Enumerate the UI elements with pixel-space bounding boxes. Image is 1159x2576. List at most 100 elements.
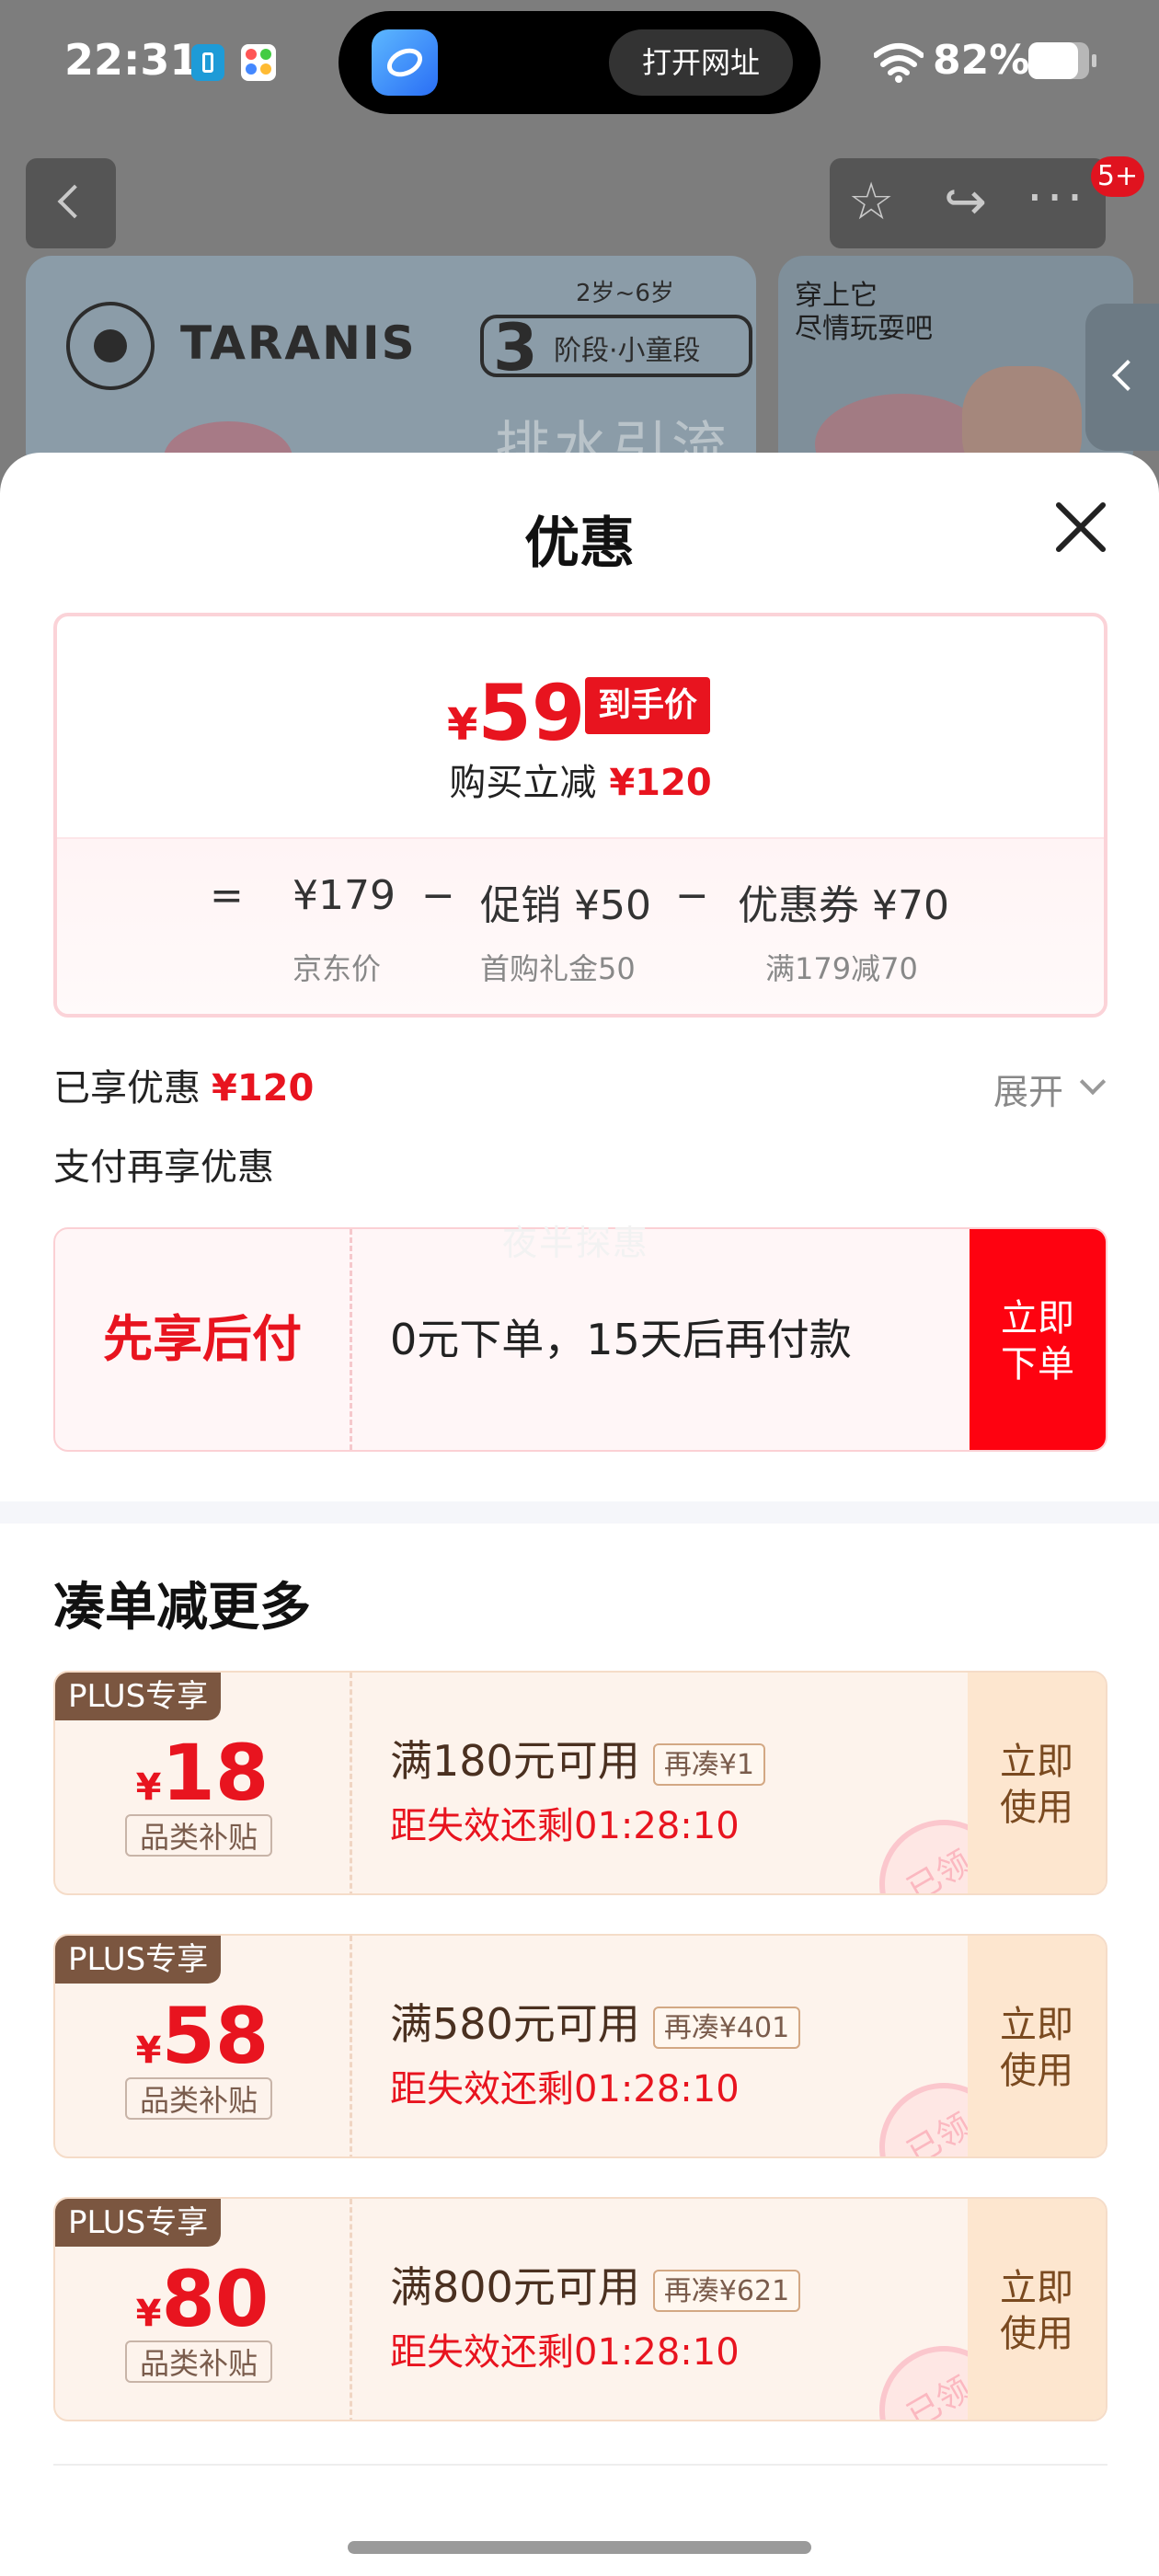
section-divider [0, 1501, 1159, 1524]
coupon-card: PLUS专享 ¥58 品类补贴 满580元可用 再凑¥401 距失效还剩01:28… [53, 1934, 1107, 2158]
coupon-category: 品类补贴 [125, 2077, 272, 2120]
use-now-label: 立即使用 [1000, 2267, 1073, 2355]
expiry-timer: 距失效还剩01:28:10 [390, 2068, 740, 2110]
brand-logo-icon [66, 302, 155, 390]
section-divider [53, 2464, 1107, 2466]
coupon-amount: ¥80 [55, 2254, 350, 2344]
watermark: 夜半探惠 [502, 1223, 650, 1263]
jd-price: ¥179 [293, 872, 396, 919]
formula-equals: = [210, 872, 244, 919]
condition-text: 满800元可用 [390, 2262, 640, 2312]
promo-label: 首购礼金50 [480, 951, 636, 986]
chevron-down-icon[interactable] [1079, 1068, 1107, 1096]
app-grid-icon [241, 44, 276, 81]
coupon-label: 满179减70 [765, 951, 918, 986]
enjoyed-label: 已享优惠 [53, 1067, 201, 1110]
battery-percent: 82% [933, 37, 1030, 84]
expiry-timer: 距失效还剩01:28:10 [390, 1805, 740, 1847]
coupon-condition: 满580元可用 再凑¥401 [390, 1991, 801, 2052]
price-formula: = ¥179 京东价 − 促销 ¥50 首购礼金50 − 优惠券 ¥70 满17… [57, 837, 1104, 1014]
final-price-tag: 到手价 [585, 677, 711, 734]
gap-amount: 再凑¥1 [652, 1742, 765, 1786]
sheet-title: 优惠 [524, 512, 635, 576]
final-price-value: 59 [477, 668, 586, 758]
gap-amount: 再凑¥621 [652, 2269, 801, 2312]
coupon-value: 18 [161, 1728, 270, 1818]
condition-text: 满580元可用 [390, 1999, 640, 2049]
phone-app-icon [191, 44, 224, 81]
gap-amount: 再凑¥401 [652, 2006, 801, 2049]
use-now-button[interactable]: 立即使用 [968, 1673, 1106, 1893]
top-action-bar: ☆ ↪ ··· [830, 158, 1106, 248]
coupon-category: 品类补贴 [125, 1814, 272, 1857]
card-caption: 穿上它 尽情玩耍吧 [795, 280, 933, 345]
coupon-amount: ¥18 [55, 1728, 350, 1818]
message-badge: 5+ [1091, 156, 1144, 197]
coupon-value: 80 [161, 2254, 270, 2344]
order-now-button[interactable]: 立即下单 [970, 1229, 1106, 1450]
use-now-button[interactable]: 立即使用 [968, 2199, 1106, 2420]
coupon-category: 品类补贴 [125, 2340, 272, 2383]
favorite-star-icon[interactable]: ☆ [848, 175, 894, 230]
dashed-divider [350, 1229, 352, 1450]
discount-sheet: 优惠 ¥59 到手价 购买立减 ¥120 = ¥179 京东价 − 促销 ¥50 … [0, 453, 1159, 2576]
product-banner: TARANIS 3 2岁~6岁 阶段·小童段 排水引流 [26, 256, 756, 477]
final-price: ¥59 [447, 668, 585, 758]
stage-number: 3 [493, 310, 538, 385]
side-collapse-tab[interactable] [1085, 304, 1159, 451]
wifi-icon [874, 43, 924, 83]
dashed-divider [350, 1673, 352, 1893]
use-now-label: 立即使用 [1000, 1741, 1073, 1829]
plus-exclusive-tag: PLUS专享 [55, 1673, 222, 1720]
coupon-card: PLUS专享 ¥80 品类补贴 满800元可用 再凑¥621 距失效还剩01:28… [53, 2197, 1107, 2421]
promo-discount: 促销 ¥50 [480, 882, 651, 929]
plus-exclusive-tag: PLUS专享 [55, 2199, 222, 2247]
formula-minus: − [675, 872, 709, 919]
stage-badge: 3 2岁~6岁 阶段·小童段 [480, 280, 752, 385]
coupon-value: 58 [161, 1991, 270, 2081]
coupon-discount: 优惠券 ¥70 [738, 882, 949, 929]
dashed-divider [350, 2199, 352, 2420]
section-title: 凑单减更多 [53, 1578, 311, 1638]
pay-more-label: 支付再享优惠 [53, 1146, 274, 1189]
enjoyed-amount: ¥120 [212, 1067, 315, 1110]
coupon-condition: 满800元可用 再凑¥621 [390, 2254, 801, 2315]
share-icon[interactable]: ↪ [944, 175, 987, 230]
status-time: 22:31 [64, 35, 200, 85]
coupon-condition: 满180元可用 再凑¥1 [390, 1728, 765, 1788]
currency-symbol: ¥ [447, 699, 478, 751]
use-now-button[interactable]: 立即使用 [968, 1936, 1106, 2156]
formula-minus: − [421, 872, 455, 919]
home-indicator[interactable] [348, 2541, 811, 2554]
bnpl-name: 先享后付 [103, 1310, 302, 1368]
currency-symbol: ¥ [135, 1766, 162, 1809]
currency-symbol: ¥ [135, 2030, 162, 2072]
condition-text: 满180元可用 [390, 1736, 640, 1786]
currency-symbol: ¥ [135, 2293, 162, 2335]
enjoyed-discount: 已享优惠 ¥120 [53, 1058, 314, 1111]
dynamic-island: 打开网址 [339, 11, 820, 114]
status-bar: 22:31 打开网址 82% [0, 0, 1159, 129]
jd-price-label: 京东价 [293, 951, 382, 986]
dashed-divider [350, 1936, 352, 2156]
expand-button[interactable]: 展开 [993, 1064, 1063, 1114]
stage-age: 2岁~6岁 [576, 280, 674, 307]
reduce-label: 购买立减 [449, 762, 597, 804]
brand-name: TARANIS [180, 316, 417, 370]
price-card: ¥59 到手价 购买立减 ¥120 = ¥179 京东价 − 促销 ¥50 首购礼… [53, 613, 1107, 1018]
reduce-line: 购买立减 ¥120 [57, 753, 1104, 806]
plus-exclusive-tag: PLUS专享 [55, 1936, 222, 1984]
more-icon[interactable]: ··· [1027, 171, 1086, 226]
coupon-amount: ¥58 [55, 1991, 350, 2081]
close-icon[interactable] [1045, 491, 1119, 565]
use-now-label: 立即使用 [1000, 2004, 1073, 2092]
battery-icon [1028, 42, 1096, 79]
back-button[interactable] [26, 158, 116, 248]
stage-label: 阶段·小童段 [554, 335, 701, 367]
product-image-card: 穿上它 尽情玩耍吧 [778, 256, 1133, 477]
expiry-timer: 距失效还剩01:28:10 [390, 2331, 740, 2374]
order-now-label: 立即下单 [1001, 1297, 1074, 1386]
browser-app-icon[interactable] [372, 29, 438, 96]
coupon-card: PLUS专享 ¥18 品类补贴 满180元可用 再凑¥1 距失效还剩01:28:1… [53, 1671, 1107, 1895]
open-url-button[interactable]: 打开网址 [609, 29, 793, 96]
